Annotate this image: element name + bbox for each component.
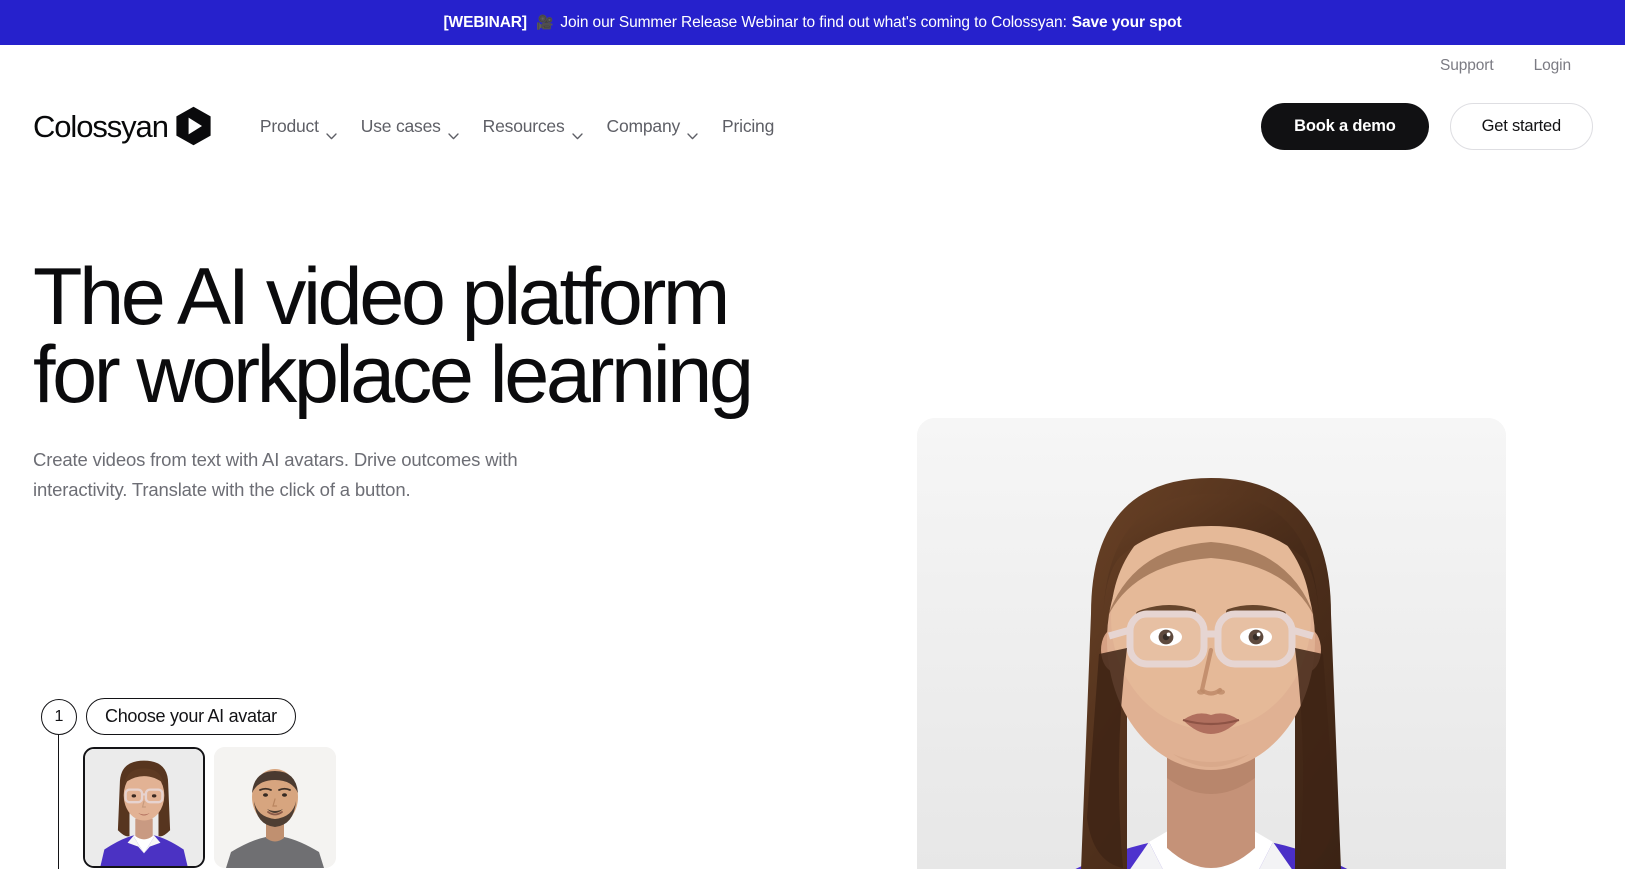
- banner-message: Join our Summer Release Webinar to find …: [560, 13, 1067, 31]
- announcement-banner: [WEBINAR] 🎥 Join our Summer Release Webi…: [0, 0, 1625, 45]
- movie-camera-emoji: 🎥: [535, 13, 554, 30]
- hero-title-line-2: for workplace learning: [33, 329, 754, 420]
- step-number-badge: 1: [41, 698, 77, 735]
- step-connector-line: [58, 720, 59, 869]
- hero-section: The AI video platform for workplace lear…: [0, 165, 1625, 869]
- nav-item-pricing[interactable]: Pricing: [710, 108, 786, 145]
- avatar-options: [83, 747, 601, 868]
- hero-steps-widget: 1 Choose your AI avatar: [41, 698, 601, 869]
- book-a-demo-button[interactable]: Book a demo: [1261, 102, 1429, 150]
- logo-wordmark: Colossyan: [33, 108, 169, 144]
- nav-item-product[interactable]: Product: [248, 108, 349, 145]
- page-title: The AI video platform for workplace lear…: [33, 257, 833, 416]
- utility-link-support[interactable]: Support: [1420, 53, 1514, 79]
- colossyan-logo[interactable]: Colossyan: [33, 106, 212, 146]
- nav-item-resources-label: Resources: [482, 115, 565, 136]
- chevron-down-icon: [687, 124, 698, 140]
- chevron-down-icon: [326, 124, 337, 140]
- hero-avatar-image: [917, 418, 1506, 869]
- announcement-banner-content: [WEBINAR] 🎥 Join our Summer Release Webi…: [443, 14, 1181, 32]
- nav-links: Product Use cases Resources Company Pric…: [248, 108, 786, 145]
- nav-item-use-cases-label: Use cases: [360, 115, 441, 136]
- avatar-option-woman-glasses[interactable]: [83, 747, 205, 868]
- nav-item-company[interactable]: Company: [595, 108, 711, 145]
- chevron-down-icon: [571, 124, 583, 140]
- nav-item-product-label: Product: [259, 115, 319, 136]
- get-started-button[interactable]: Get started: [1449, 102, 1593, 150]
- main-navigation: Colossyan Product Use cases Resources Co…: [0, 87, 1625, 165]
- hero-subtitle: Create videos from text with AI avatars.…: [33, 448, 518, 500]
- banner-tag: [WEBINAR]: [443, 13, 527, 31]
- chevron-down-icon: [447, 124, 459, 140]
- hero-title-line-1: The AI video platform: [33, 252, 730, 342]
- step-one-row: 1 Choose your AI avatar: [41, 698, 601, 735]
- save-your-spot-link[interactable]: Save your spot: [1072, 14, 1182, 32]
- utility-nav: Support Login: [0, 45, 1625, 87]
- nav-item-pricing-label: Pricing: [722, 115, 775, 136]
- hero-copy: The AI video platform for workplace lear…: [33, 257, 833, 505]
- nav-item-company-label: Company: [606, 115, 681, 136]
- nav-item-resources[interactable]: Resources: [471, 108, 595, 145]
- choose-avatar-pill[interactable]: Choose your AI avatar: [86, 698, 296, 735]
- nav-item-use-cases[interactable]: Use cases: [349, 108, 471, 145]
- utility-link-login[interactable]: Login: [1514, 53, 1591, 79]
- nav-actions: Book a demo Get started: [1261, 102, 1593, 150]
- avatar-option-man-beard[interactable]: [214, 747, 336, 868]
- logo-hexagon-play-icon: [175, 106, 212, 146]
